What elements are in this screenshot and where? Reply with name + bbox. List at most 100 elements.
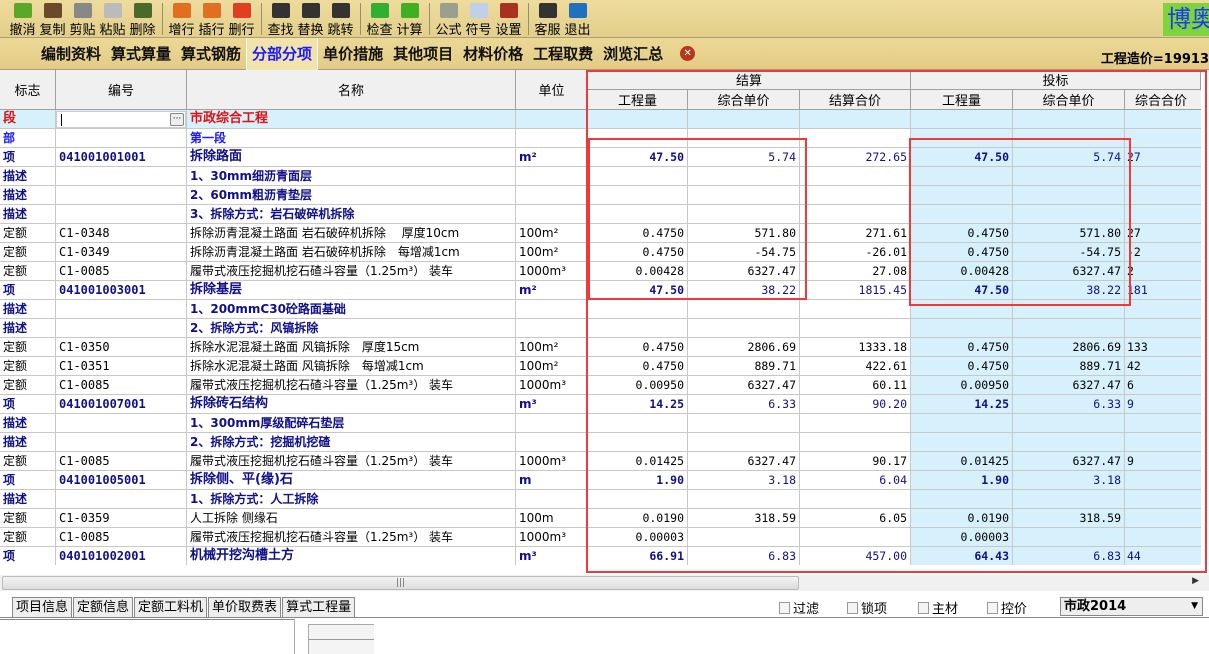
table-row[interactable]: 描述 2、拆除方式：挖掘机挖碴 [0, 433, 1201, 452]
cell-bid-unit-price[interactable]: 6.83 [1013, 547, 1125, 565]
cell-bid-qty[interactable]: 0.0190 [911, 509, 1013, 528]
tab-5[interactable]: 其他项目 [388, 38, 458, 70]
table-row[interactable]: 项 041001003001 拆除基层 m² 47.50 38.22 1815.45 47.5… [0, 281, 1201, 300]
cell-unit[interactable] [516, 300, 588, 319]
cell-bid-total[interactable]: 9 [1125, 395, 1201, 414]
tab-4[interactable]: 单价措施 [318, 38, 388, 70]
table-row[interactable]: 定额 C1-0349 拆除沥青混凝土路面 岩石破碎机拆除 每增减1cm 100m² 0.… [0, 243, 1201, 262]
cell-name[interactable]: 1、30mm细沥青面层 [187, 167, 516, 186]
toolbar-button-binoculars-jump[interactable]: 跳转 [326, 0, 355, 38]
cell-flag[interactable]: 定额 [0, 528, 56, 547]
cell-bid-qty[interactable] [911, 110, 1013, 129]
cell-bid-unit-price[interactable] [1013, 300, 1125, 319]
cell-bid-qty[interactable]: 0.00003 [911, 528, 1013, 547]
cell-bid-unit-price[interactable] [1013, 414, 1125, 433]
cell-name[interactable]: 第一段 [187, 129, 516, 148]
cell-bid-total[interactable] [1125, 509, 1201, 528]
cell-settle-total[interactable]: -26.01 [800, 243, 911, 262]
cell-settle-total[interactable] [800, 167, 911, 186]
cell-settle-unit-price[interactable]: 889.71 [688, 357, 800, 376]
cell-settle-qty[interactable] [588, 433, 688, 452]
bottom-tab-1[interactable]: 定额信息 [73, 597, 134, 617]
cell-bid-total[interactable] [1125, 528, 1201, 547]
cell-unit[interactable]: 1000m³ [516, 528, 588, 547]
cell-settle-unit-price[interactable] [688, 319, 800, 338]
cell-settle-unit-price[interactable] [688, 110, 800, 129]
bottom-tab-4[interactable]: 算式工程量 [282, 597, 356, 617]
cell-flag[interactable]: 部 [0, 129, 56, 148]
cell-bid-qty[interactable]: 0.4750 [911, 243, 1013, 262]
checkbox-1[interactable]: 锁项 [847, 598, 887, 617]
cell-bid-total[interactable]: 6 [1125, 376, 1201, 395]
cell-flag[interactable]: 定额 [0, 376, 56, 395]
cell-settle-total[interactable]: 6.04 [800, 471, 911, 490]
cell-code[interactable] [56, 167, 187, 186]
cell-settle-total[interactable] [800, 528, 911, 547]
cell-bid-unit-price[interactable]: 6327.47 [1013, 376, 1125, 395]
toolbar-button-binoculars-find[interactable]: 查找 [266, 0, 295, 38]
cell-unit[interactable]: 1000m³ [516, 376, 588, 395]
cell-settle-unit-price[interactable]: 6327.47 [688, 376, 800, 395]
cell-code[interactable]: C1-0085 [56, 452, 187, 471]
cell-bid-unit-price[interactable] [1013, 319, 1125, 338]
scroll-right-arrow-icon[interactable]: ▶ [1192, 576, 1199, 586]
cell-unit[interactable] [516, 433, 588, 452]
cell-settle-total[interactable] [800, 110, 911, 129]
cell-flag[interactable]: 定额 [0, 224, 56, 243]
table-row[interactable]: 描述 1、30mm细沥青面层 [0, 167, 1201, 186]
cell-bid-unit-price[interactable] [1013, 433, 1125, 452]
cell-bid-qty[interactable]: 47.50 [911, 281, 1013, 300]
cell-unit[interactable] [516, 414, 588, 433]
cell-settle-qty[interactable]: 0.4750 [588, 357, 688, 376]
cell-bid-qty[interactable]: 64.43 [911, 547, 1013, 565]
toolbar-button-copy[interactable]: 复制 [38, 0, 67, 38]
toolbar-button-calculator[interactable]: 公式 [434, 0, 463, 38]
cell-flag[interactable]: 定额 [0, 509, 56, 528]
cell-name[interactable]: 拆除沥青混凝土路面 岩石破碎机拆除 每增减1cm [187, 243, 516, 262]
cell-name[interactable]: 履带式液压挖掘机挖石碴斗容量（1.25m³） 装车 [187, 262, 516, 281]
cell-name[interactable]: 人工拆除 侧缘石 [187, 509, 516, 528]
cell-bid-total[interactable] [1125, 414, 1201, 433]
cell-bid-unit-price[interactable]: 318.59 [1013, 509, 1125, 528]
header-bid-total[interactable]: 综合合价 [1125, 90, 1201, 110]
bottom-tab-3[interactable]: 单价取费表 [208, 597, 282, 617]
cell-code[interactable] [56, 205, 187, 224]
cell-code[interactable]: C1-0085 [56, 262, 187, 281]
cell-bid-unit-price[interactable]: 889.71 [1013, 357, 1125, 376]
cell-settle-unit-price[interactable] [688, 186, 800, 205]
toolbar-button-exit[interactable]: 退出 [563, 0, 592, 38]
cell-flag[interactable]: 定额 [0, 357, 56, 376]
cell-unit[interactable] [516, 205, 588, 224]
tab-8[interactable]: 浏览汇总 [598, 38, 668, 70]
cell-name[interactable]: 拆除水泥混凝土路面 风镐拆除 厚度15cm [187, 338, 516, 357]
cell-flag[interactable]: 定额 [0, 262, 56, 281]
cell-bid-unit-price[interactable]: 571.80 [1013, 224, 1125, 243]
cell-bid-unit-price[interactable] [1013, 167, 1125, 186]
cell-settle-total[interactable]: 60.11 [800, 376, 911, 395]
cell-bid-total[interactable]: 181 [1125, 281, 1201, 300]
cell-bid-total[interactable]: 27 [1125, 224, 1201, 243]
table-row[interactable]: 定额 C1-0085 履带式液压挖掘机挖石碴斗容量（1.25m³） 装车 1000m³… [0, 452, 1201, 471]
cell-settle-total[interactable] [800, 490, 911, 509]
cell-bid-qty[interactable]: 14.25 [911, 395, 1013, 414]
cell-settle-qty[interactable]: 47.50 [588, 281, 688, 300]
cell-code[interactable]: 041001003001 [56, 281, 187, 300]
cell-unit[interactable]: 100m² [516, 357, 588, 376]
cell-settle-qty[interactable]: 14.25 [588, 395, 688, 414]
cell-name[interactable]: 3、拆除方式：岩石破碎机拆除 [187, 205, 516, 224]
cell-flag[interactable]: 项 [0, 281, 56, 300]
cell-bid-total[interactable] [1125, 186, 1201, 205]
cell-name[interactable]: 履带式液压挖掘机挖石碴斗容量（1.25m³） 装车 [187, 528, 516, 547]
toolbar-button-paste[interactable]: 粘贴 [98, 0, 127, 38]
cell-name[interactable]: 拆除水泥混凝土路面 风镐拆除 每增减1cm [187, 357, 516, 376]
cell-settle-total[interactable] [800, 319, 911, 338]
checkbox-3[interactable]: 控价 [987, 598, 1027, 617]
cell-settle-qty[interactable]: 0.4750 [588, 338, 688, 357]
cell-settle-qty[interactable] [588, 490, 688, 509]
cell-bid-total[interactable] [1125, 300, 1201, 319]
header-bid-qty[interactable]: 工程量 [911, 90, 1013, 110]
header-code[interactable]: 编号 [56, 70, 187, 110]
cell-unit[interactable]: 1000m³ [516, 262, 588, 281]
cell-settle-unit-price[interactable] [688, 129, 800, 148]
cell-name[interactable]: 拆除基层 [187, 281, 516, 300]
